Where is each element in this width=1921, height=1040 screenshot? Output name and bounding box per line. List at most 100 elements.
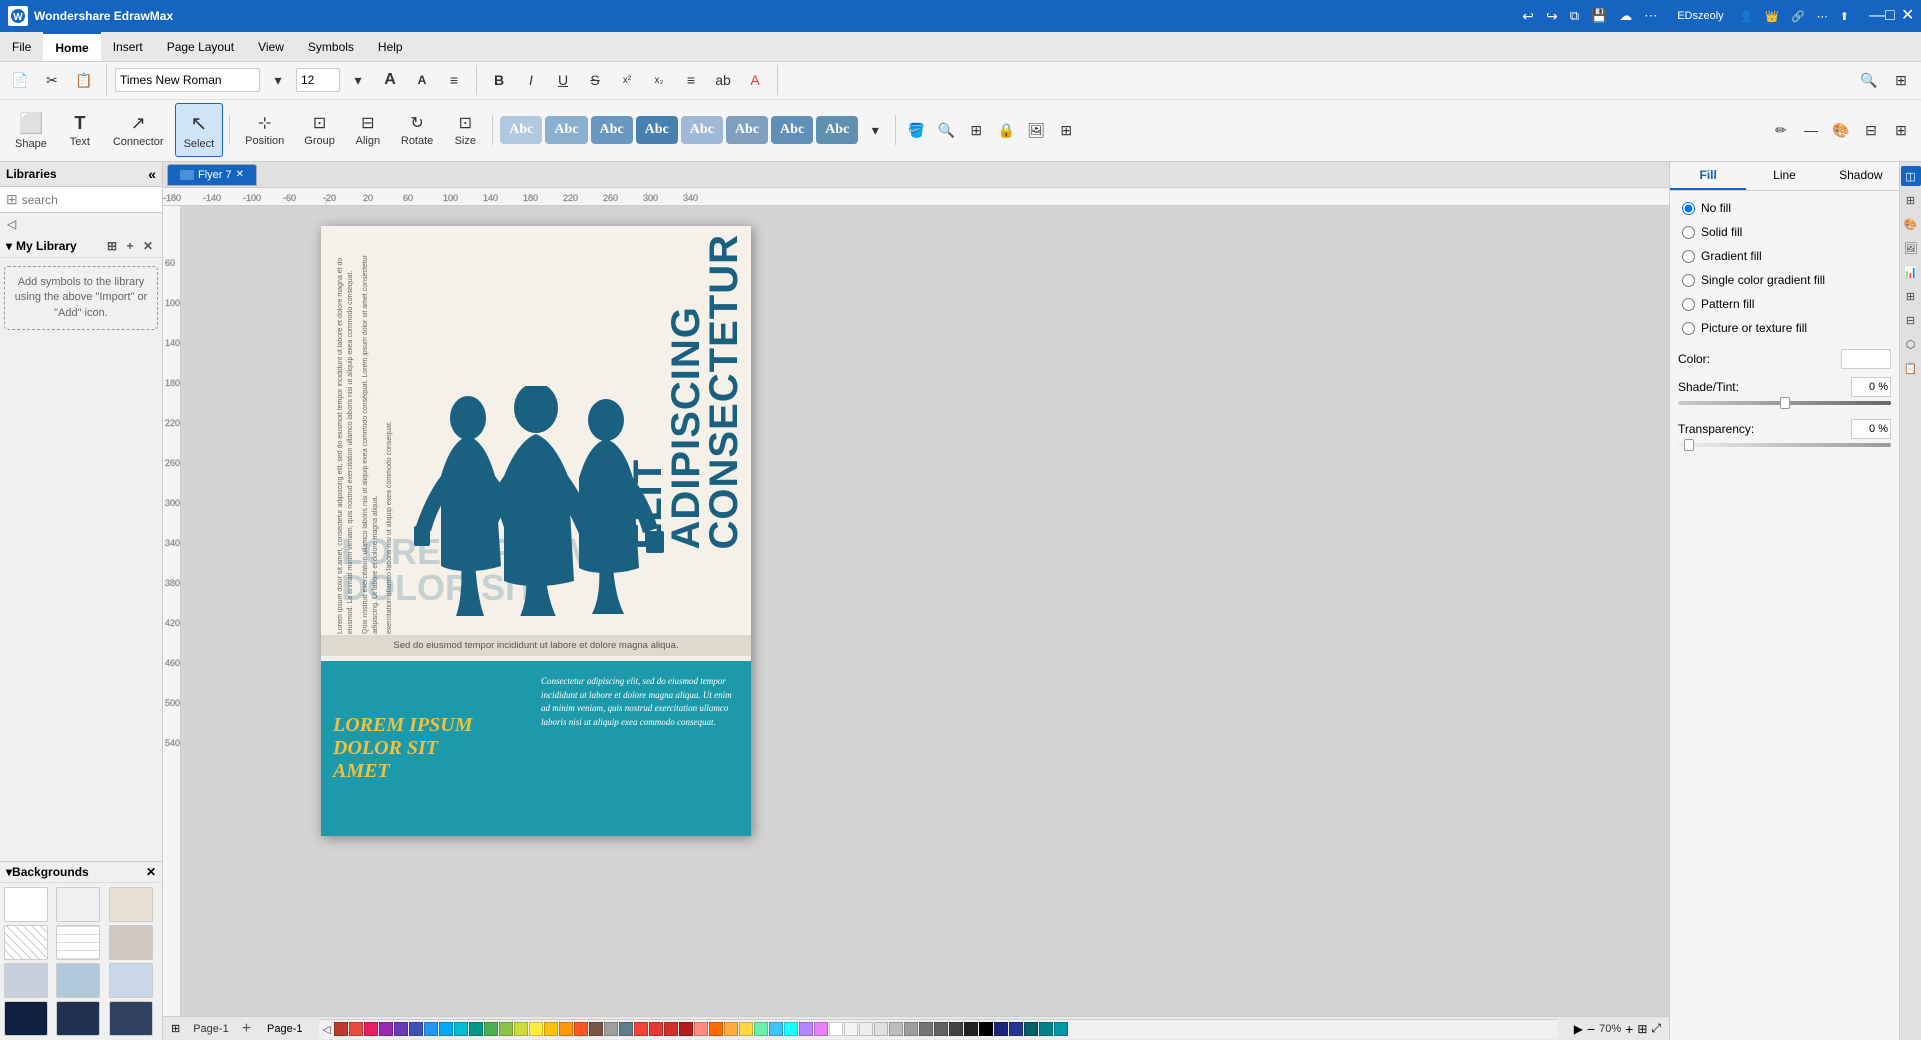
table-panel-icon[interactable]: ⊞	[1901, 286, 1921, 306]
color-swatch[interactable]	[484, 1022, 498, 1036]
no-fill-radio[interactable]	[1682, 202, 1695, 215]
canvas-document[interactable]: ELIT ADIPISCING CONSECTETUR Lorem ipsum …	[321, 226, 751, 836]
backgrounds-close-btn[interactable]: ✕	[146, 865, 156, 879]
color-swatch[interactable]	[709, 1022, 723, 1036]
color-swatch[interactable]	[499, 1022, 513, 1036]
color-swatch[interactable]	[784, 1022, 798, 1036]
color-swatch[interactable]	[799, 1022, 813, 1036]
fullscreen-btn[interactable]: ⤢	[1651, 1021, 1661, 1036]
layers-panel-icon[interactable]: ⊞	[1901, 190, 1921, 210]
select-tool[interactable]: ↖ Select	[175, 103, 224, 157]
subscript-btn[interactable]: x₂	[645, 66, 673, 94]
transparency-thumb[interactable]	[1684, 439, 1694, 451]
connector-tool[interactable]: ↗ Connector	[104, 103, 173, 157]
tab-close-btn[interactable]: ✕	[236, 169, 244, 180]
search-input[interactable]	[22, 193, 177, 207]
group-tool[interactable]: ⊡ Group	[295, 103, 344, 157]
italic-btn[interactable]: I	[517, 66, 545, 94]
search2-btn[interactable]: 🔍	[932, 116, 960, 144]
bg-thumb-5[interactable]	[56, 925, 100, 960]
bg-thumb-3[interactable]	[109, 887, 153, 922]
picture-fill-option[interactable]: Picture or texture fill	[1678, 319, 1891, 337]
data-panel-icon[interactable]: 📋	[1901, 358, 1921, 378]
nav-prev-btn[interactable]: ◁	[4, 215, 19, 233]
lock-btn[interactable]: 🔒	[992, 116, 1020, 144]
color-picker-btn[interactable]	[1841, 349, 1891, 369]
color-swatch[interactable]	[994, 1022, 1008, 1036]
bg-thumb-1[interactable]	[4, 887, 48, 922]
color-swatch[interactable]	[634, 1022, 648, 1036]
zoom-play-btn[interactable]: ▶	[1574, 1022, 1583, 1036]
color-swatch[interactable]	[559, 1022, 573, 1036]
close-btn[interactable]: ✕	[1901, 10, 1913, 22]
size-tool[interactable]: ⊡ Size	[444, 103, 486, 157]
color-swatch[interactable]	[469, 1022, 483, 1036]
undo-icon[interactable]: ↩	[1522, 8, 1534, 25]
paint-bucket-btn[interactable]: 🪣	[902, 116, 930, 144]
fill-tab[interactable]: Fill	[1670, 162, 1746, 190]
color-swatch[interactable]	[814, 1022, 828, 1036]
fill-panel-icon[interactable]: ◫	[1901, 166, 1921, 186]
library-close-btn[interactable]: ✕	[140, 238, 156, 254]
color-swatch[interactable]	[394, 1022, 408, 1036]
single-gradient-fill-option[interactable]: Single color gradient fill	[1678, 271, 1891, 289]
color-swatch[interactable]	[529, 1022, 543, 1036]
color-swatch[interactable]	[949, 1022, 963, 1036]
canvas-container[interactable]: 60 60 100 140 180 220 260 300 340 380 42…	[163, 206, 1669, 1016]
style-btn-6[interactable]: Abc	[726, 116, 768, 144]
position-tool[interactable]: ⊹ Position	[236, 103, 293, 157]
font-size-input[interactable]	[296, 68, 340, 92]
color-swatch[interactable]	[679, 1022, 693, 1036]
color-swatch[interactable]	[769, 1022, 783, 1036]
color-swatch[interactable]	[334, 1022, 348, 1036]
transparency-slider[interactable]	[1678, 443, 1891, 447]
color-swatch[interactable]	[1009, 1022, 1023, 1036]
color-swatch[interactable]	[349, 1022, 363, 1036]
chart-panel-icon[interactable]: 📊	[1901, 262, 1921, 282]
single-gradient-radio[interactable]	[1682, 274, 1695, 287]
color-swatch[interactable]	[859, 1022, 873, 1036]
text-tool[interactable]: T Text	[58, 103, 102, 157]
color-swatch[interactable]	[364, 1022, 378, 1036]
picture-fill-radio[interactable]	[1682, 322, 1695, 335]
arrange-panel-icon[interactable]: ⊟	[1901, 310, 1921, 330]
color-swatch[interactable]	[844, 1022, 858, 1036]
superscript-btn[interactable]: x²	[613, 66, 641, 94]
list-btn[interactable]: ≡	[677, 66, 705, 94]
color-swatch[interactable]	[979, 1022, 993, 1036]
decrease-font-btn[interactable]: A	[408, 66, 436, 94]
font-size-dropdown[interactable]: ▾	[344, 66, 372, 94]
shade-percent-input[interactable]	[1851, 377, 1891, 397]
style-btn-4[interactable]: Abc	[636, 116, 678, 144]
shade-slider[interactable]	[1678, 401, 1891, 405]
gradient-fill-option[interactable]: Gradient fill	[1678, 247, 1891, 265]
backgrounds-header[interactable]: ▾ Backgrounds ✕	[0, 861, 162, 883]
transparency-percent-input[interactable]	[1851, 419, 1891, 439]
color-swatch[interactable]	[739, 1022, 753, 1036]
text-color-btn[interactable]: A	[741, 66, 769, 94]
underline-btn[interactable]: U	[549, 66, 577, 94]
increase-font-btn[interactable]: A	[376, 66, 404, 94]
font-name-dropdown[interactable]: ▾	[264, 66, 292, 94]
color-swatch[interactable]	[964, 1022, 978, 1036]
color-swatch[interactable]	[424, 1022, 438, 1036]
crown-icon[interactable]: 👑	[1765, 10, 1779, 23]
bg-thumb-8[interactable]	[56, 963, 100, 998]
shadow-tab[interactable]: Shadow	[1823, 162, 1899, 190]
pencil-btn[interactable]: ✏	[1767, 116, 1795, 144]
menu-page-layout[interactable]: Page Layout	[155, 32, 246, 61]
bg-thumb-9[interactable]	[109, 963, 153, 998]
no-fill-option[interactable]: No fill	[1678, 199, 1891, 217]
zoom-plus-btn[interactable]: +	[1625, 1021, 1633, 1037]
menu-help[interactable]: Help	[366, 32, 415, 61]
align-tool[interactable]: ⊟ Align	[346, 103, 390, 157]
share-icon[interactable]: 🔗	[1791, 10, 1805, 23]
color-swatch[interactable]	[829, 1022, 843, 1036]
color-swatch[interactable]	[1054, 1022, 1068, 1036]
color-swatch[interactable]	[619, 1022, 633, 1036]
color-swatch[interactable]	[1039, 1022, 1053, 1036]
color-swatch[interactable]	[889, 1022, 903, 1036]
connect-btn[interactable]: ⊞	[962, 116, 990, 144]
color-swatch[interactable]	[1024, 1022, 1038, 1036]
menu-symbols[interactable]: Symbols	[296, 32, 366, 61]
